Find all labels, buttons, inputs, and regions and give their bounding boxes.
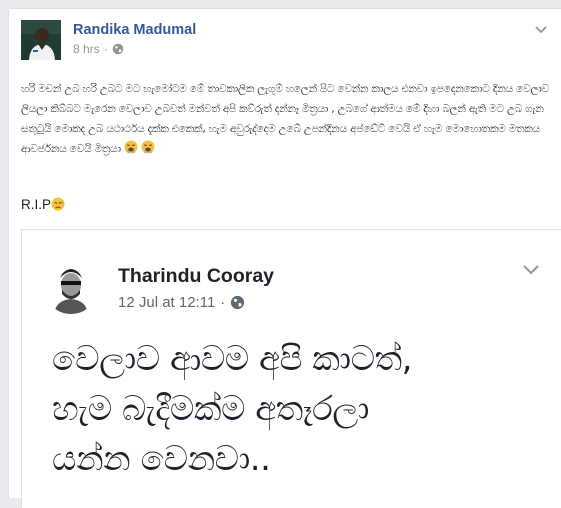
post-meta: 8 hrs · xyxy=(73,42,124,56)
shared-avatar-image xyxy=(44,260,98,314)
loudly-crying-face-icon xyxy=(141,140,155,154)
post-body: හරි මචන් උබ හරි උබට මට හැමෝටම මේ තාවකාලි… xyxy=(21,83,549,155)
post-text: හරි මචන් උබ හරි උබට මට හැමෝටම මේ තාවකාලි… xyxy=(21,79,553,159)
globe-icon[interactable] xyxy=(112,43,124,55)
shared-line: වෙලාව ආවම අපි කාටත්, xyxy=(52,339,412,379)
post-author-name[interactable]: Randika Madumal xyxy=(73,22,196,38)
avatar-image xyxy=(21,20,61,60)
shared-author-avatar xyxy=(44,260,98,314)
post-card: Randika Madumal 8 hrs · හරි මචන් උබ හරි … xyxy=(8,8,561,508)
chevron-down-icon[interactable] xyxy=(533,23,549,35)
shared-image[interactable]: Tharindu Cooray 12 Jul at 12:11 · වෙලාව … xyxy=(21,229,561,508)
shared-date: 12 Jul at 12:11 xyxy=(118,294,216,311)
globe-icon xyxy=(231,295,245,310)
shared-meta-separator: · xyxy=(220,294,226,311)
shared-meta: 12 Jul at 12:11 · xyxy=(118,294,245,311)
shared-post-text: වෙලාව ආවම අපි කාටත්, හැම බැදීමක්ම අතෑරලා… xyxy=(52,334,552,484)
shared-line: යන්න වෙනවා.. xyxy=(52,439,271,479)
meta-separator: · xyxy=(103,42,108,56)
chevron-down-icon xyxy=(523,265,539,275)
loudly-crying-face-icon xyxy=(124,140,138,154)
shared-author-name: Tharindu Cooray xyxy=(118,265,275,287)
disappointed-face-icon xyxy=(51,197,65,211)
author-avatar[interactable] xyxy=(21,20,61,60)
shared-line: හැම බැදීමක්ම අතෑරලා xyxy=(52,389,369,429)
rip-line: R.I.P xyxy=(21,197,65,212)
post-time[interactable]: 8 hrs xyxy=(73,42,100,56)
rip-text: R.I.P xyxy=(21,197,52,212)
